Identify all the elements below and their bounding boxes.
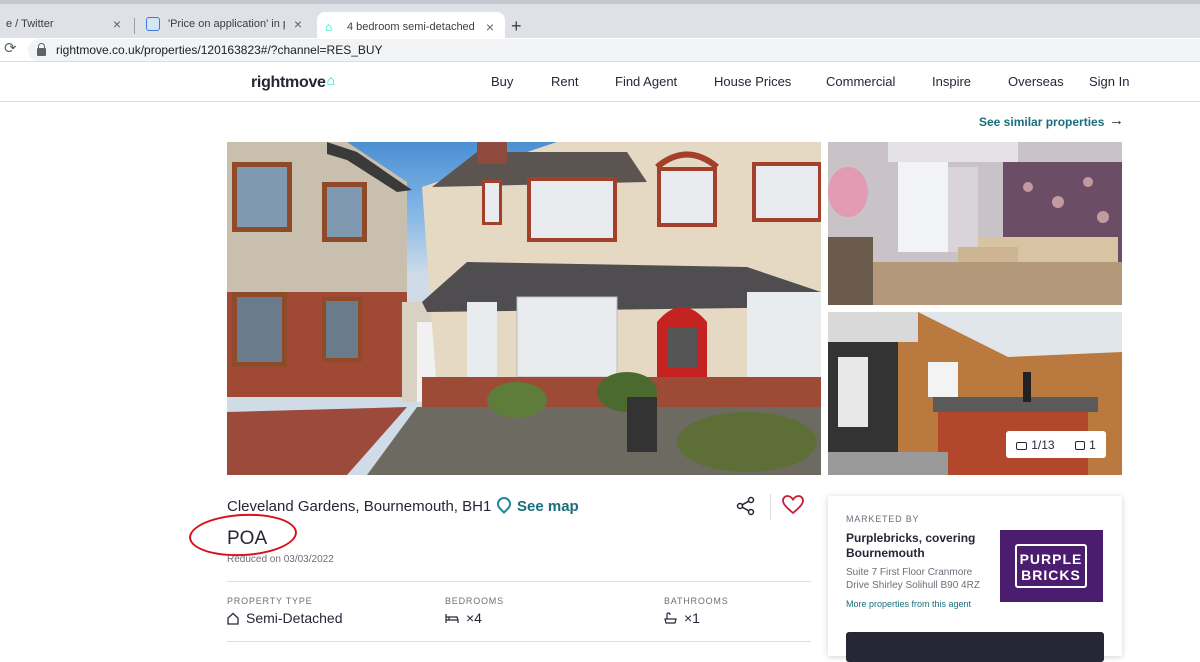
agent-card: MARKETED BY Purplebricks, covering Bourn… (828, 496, 1122, 662)
browser-tab-twitter[interactable]: e / Twitter × (0, 10, 132, 38)
bedrooms-text: ×4 (466, 610, 482, 626)
nav-buy[interactable]: Buy (491, 74, 513, 89)
save-heart-icon[interactable] (782, 495, 804, 515)
marketed-by-label: MARKETED BY (846, 514, 920, 524)
nav-rent[interactable]: Rent (551, 74, 578, 89)
logo-line-1: PURPLE (1019, 551, 1083, 567)
tab-title: 4 bedroom semi-detached house (347, 21, 477, 33)
house-icon: ⌂ (326, 72, 335, 88)
bedrooms-value: ×4 (445, 610, 482, 626)
site-header: rightmove⌂ Buy Rent Find Agent House Pri… (0, 62, 1200, 102)
purplebricks-logo-box: PURPLE BRICKS (1015, 544, 1087, 588)
nav-inspire[interactable]: Inspire (932, 74, 971, 89)
house-icon (227, 612, 239, 625)
close-tab-icon[interactable]: × (483, 19, 497, 35)
media-counter[interactable]: 1/13 1 (1006, 431, 1106, 458)
share-icon[interactable] (736, 496, 756, 516)
see-similar-label: See similar properties (979, 115, 1105, 129)
divider (227, 581, 811, 582)
tab-separator (134, 18, 135, 34)
close-tab-icon[interactable]: × (110, 16, 124, 32)
url-text: rightmove.co.uk/properties/120163823#/?c… (56, 43, 383, 57)
logo-line-2: BRICKS (1021, 567, 1081, 583)
address-bar: ⟳ rightmove.co.uk/properties/120163823#/… (0, 38, 1200, 62)
browser-tab-price-on-application[interactable]: 'Price on application' in property × (138, 10, 313, 38)
property-type-text: Semi-Detached (246, 610, 343, 626)
reduced-date: Reduced on 03/03/2022 (227, 554, 334, 565)
purplebricks-logo[interactable]: PURPLE BRICKS (1000, 530, 1103, 602)
photo-count: 1/13 (1016, 437, 1055, 452)
see-map-link[interactable]: See map (517, 498, 579, 515)
bed-icon (445, 613, 459, 623)
bath-icon (664, 611, 677, 624)
search-favicon-icon (146, 17, 160, 31)
nav-find-agent[interactable]: Find Agent (615, 74, 677, 89)
rightmove-logo[interactable]: rightmove⌂ (251, 72, 335, 92)
divider (227, 641, 811, 642)
house-exterior-illustration (227, 142, 821, 475)
property-type-value: Semi-Detached (227, 610, 343, 626)
more-properties-link[interactable]: More properties from this agent (846, 599, 971, 609)
property-type-label: PROPERTY TYPE (227, 596, 313, 606)
nav-overseas[interactable]: Overseas (1008, 74, 1064, 89)
agent-address: Suite 7 First Floor Cranmore Drive Shirl… (846, 567, 980, 591)
camera-icon (1016, 441, 1028, 450)
see-similar-properties-link[interactable]: See similar properties → (979, 112, 1124, 129)
bedrooms-label: BEDROOMS (445, 596, 504, 606)
nav-house-prices[interactable]: House Prices (714, 74, 791, 89)
arrow-right-icon: → (1109, 112, 1124, 129)
video-count-value: 1 (1089, 437, 1096, 452)
action-divider (770, 494, 771, 520)
bathrooms-value: ×1 (664, 610, 700, 626)
property-address: Cleveland Gardens, Bournemouth, BH1 (227, 498, 492, 515)
red-circle-annotation (187, 511, 299, 559)
new-tab-button[interactable]: + (511, 16, 522, 37)
nav-sign-in[interactable]: Sign In (1089, 74, 1129, 89)
close-tab-icon[interactable]: × (291, 16, 305, 32)
reload-icon[interactable]: ⟳ (4, 39, 17, 57)
browser-tab-strip: e / Twitter × 'Price on application' in … (0, 0, 1200, 42)
photo-count-value: 1/13 (1031, 437, 1055, 452)
living-room-illustration (828, 142, 1122, 305)
video-count: 1 (1075, 438, 1096, 452)
omnibox[interactable]: rightmove.co.uk/properties/120163823#/?c… (28, 39, 1200, 61)
video-icon (1075, 440, 1086, 450)
bathrooms-text: ×1 (684, 610, 700, 626)
tab-title: e / Twitter (6, 18, 54, 30)
logo-text: rightmove (251, 74, 326, 91)
tab-title: 'Price on application' in property (168, 18, 285, 30)
bathrooms-label: BATHROOMS (664, 596, 729, 606)
agent-name[interactable]: Purplebricks, covering Bournemouth (846, 531, 996, 561)
map-pin-icon[interactable] (494, 494, 514, 514)
contact-agent-button[interactable] (846, 632, 1104, 662)
rightmove-favicon-icon: ⌂ (325, 20, 333, 34)
nav-commercial[interactable]: Commercial (826, 74, 895, 89)
main-property-photo[interactable] (227, 142, 821, 475)
lock-icon (37, 43, 46, 56)
living-room-photo[interactable] (828, 142, 1122, 305)
